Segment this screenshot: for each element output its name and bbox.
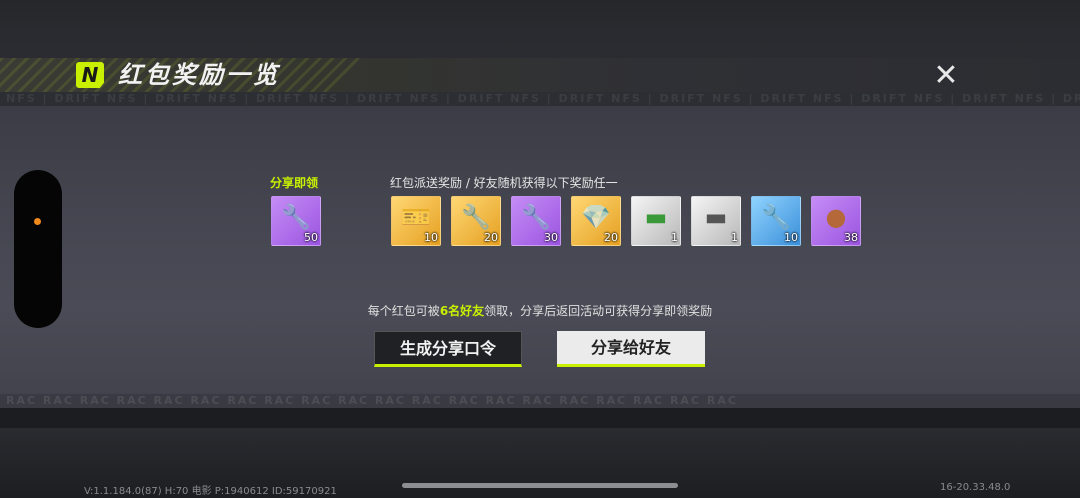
item-count: 38 (844, 231, 858, 244)
reward-item[interactable]: 🔧 20 (451, 196, 501, 246)
item-count: 30 (544, 231, 558, 244)
page-title: 红包奖励一览 (118, 61, 280, 89)
notice-text: 每个红包可被6名好友领取，分享后返回活动可获得分享即领奖励 (0, 302, 1080, 319)
share-reward-item[interactable]: 🔧 50 (271, 196, 321, 246)
reward-item[interactable]: ● 38 (811, 196, 861, 246)
reward-item[interactable]: ▬ 1 (631, 196, 681, 246)
reward-item[interactable]: 🔧 30 (511, 196, 561, 246)
ticker-text-bottom: RAC RAC RAC RAC RAC RAC RAC RAC RAC RAC … (6, 394, 738, 407)
close-button[interactable]: ✕ (930, 60, 962, 92)
reward-item[interactable]: ▬ 1 (691, 196, 741, 246)
reward-section-label: 红包派送奖励 / 好友随机获得以下奖励任一 (390, 176, 618, 190)
notice-highlight: 6名好友 (439, 304, 485, 318)
share-to-friends-button[interactable]: 分享给好友 (557, 331, 705, 367)
reward-item[interactable]: 💎 20 (571, 196, 621, 246)
item-count: 50 (304, 231, 318, 244)
reward-item[interactable]: 🔧 10 (751, 196, 801, 246)
nfs-logo-icon: N (76, 62, 104, 88)
item-count: 1 (671, 231, 678, 244)
reward-panel (0, 106, 1080, 396)
generate-share-code-button[interactable]: 生成分享口令 (374, 331, 522, 367)
notice-suffix: 领取，分享后返回活动可获得分享即领奖励 (484, 304, 713, 318)
version-info: V:1.1.184.0(87) H:70 电影 P:1940612 ID:591… (84, 486, 337, 497)
notification-dot-icon (34, 218, 41, 225)
item-count: 20 (484, 231, 498, 244)
logo-letter: N (81, 63, 99, 87)
ticker-strip-top: NFS | DRIFT NFS | DRIFT NFS | DRIFT NFS … (0, 92, 1080, 106)
item-count: 1 (731, 231, 738, 244)
item-count: 10 (424, 231, 438, 244)
reward-item[interactable]: 🎫 10 (391, 196, 441, 246)
home-indicator[interactable] (402, 483, 678, 488)
build-code: 16-20.33.48.0 (940, 482, 1011, 493)
panel-watermark (740, 106, 1040, 396)
item-count: 10 (784, 231, 798, 244)
background-top (0, 0, 1080, 60)
share-section-label: 分享即领 (270, 176, 319, 190)
ticker-text-top: NFS | DRIFT NFS | DRIFT NFS | DRIFT NFS … (6, 92, 1080, 105)
notice-prefix: 每个红包可被 (367, 304, 440, 318)
ticker-strip-bottom: RAC RAC RAC RAC RAC RAC RAC RAC RAC RAC … (0, 394, 1080, 408)
item-count: 20 (604, 231, 618, 244)
